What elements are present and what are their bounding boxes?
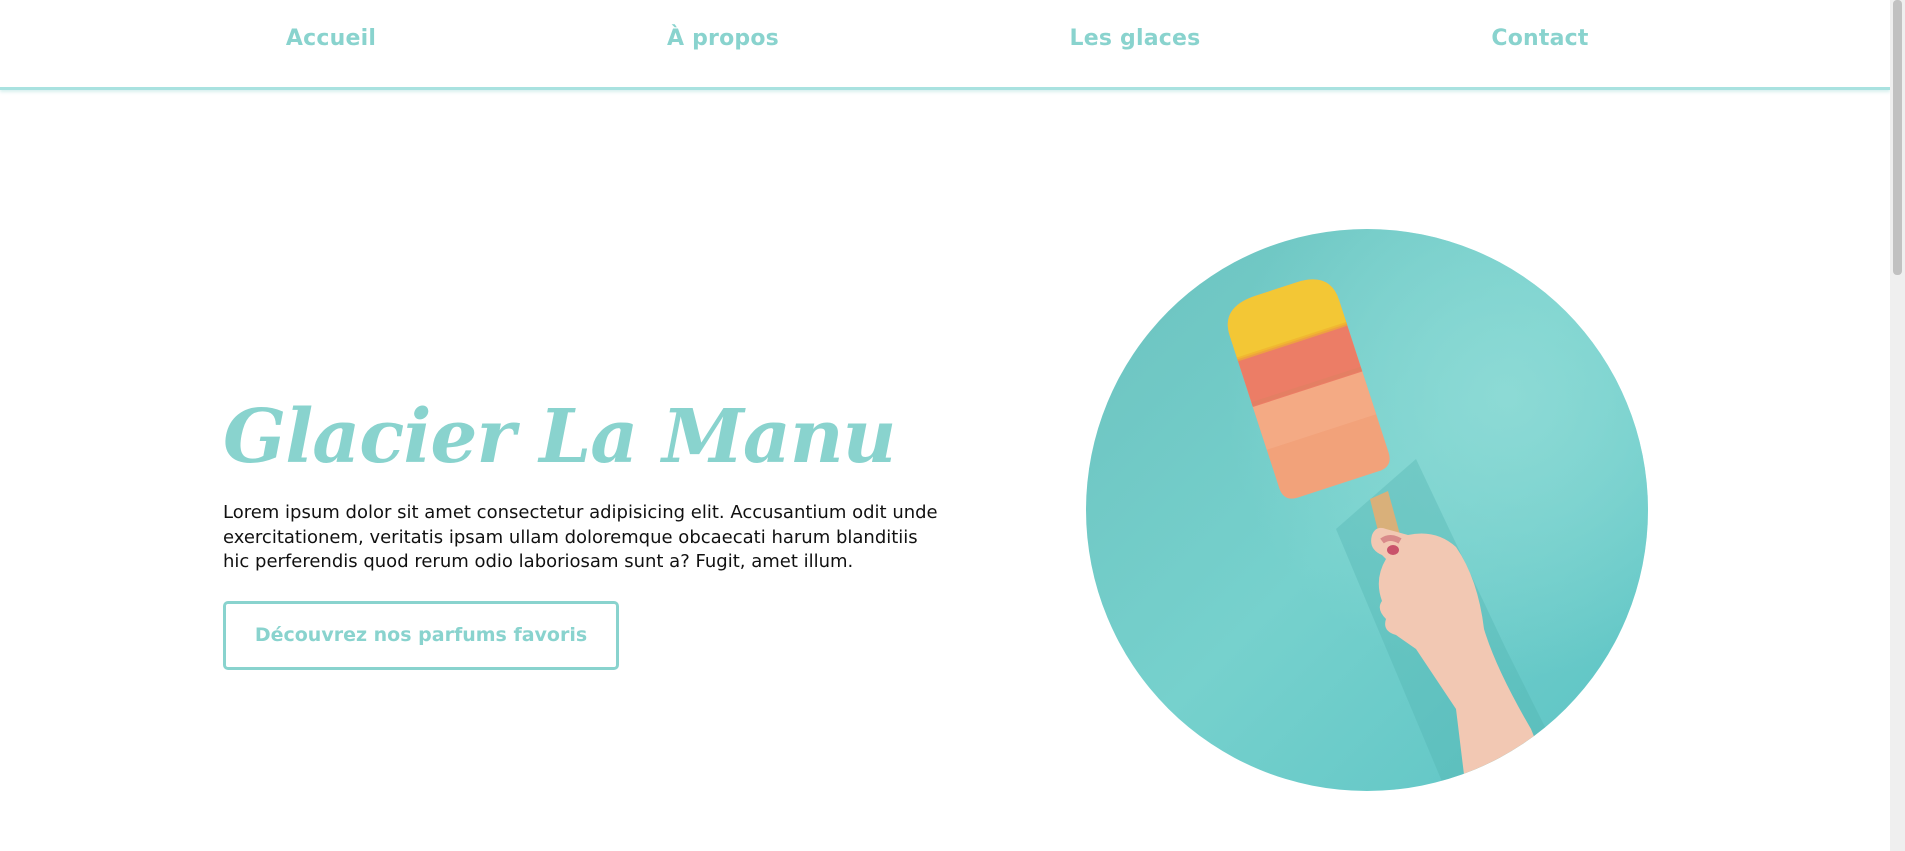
scrollbar-thumb[interactable] <box>1893 0 1902 275</box>
nav-link-les-glaces[interactable]: Les glaces <box>1070 26 1201 51</box>
popsicle-image <box>1086 229 1648 791</box>
nav-link-a-propos[interactable]: À propos <box>667 26 779 51</box>
popsicle-photo-icon <box>1086 229 1648 791</box>
hero-title: Glacier La Manu <box>223 394 896 480</box>
discover-flavors-button[interactable]: Découvrez nos parfums favoris <box>223 601 619 670</box>
nav-link-contact[interactable]: Contact <box>1491 26 1588 51</box>
page-scrollbar[interactable] <box>1890 0 1905 851</box>
hero-description: Lorem ipsum dolor sit amet consectetur a… <box>223 502 938 572</box>
nav-link-accueil[interactable]: Accueil <box>286 26 376 51</box>
page: Accueil À propos Les glaces Contact Glac… <box>0 0 1905 851</box>
site-header: Accueil À propos Les glaces Contact <box>0 0 1890 90</box>
